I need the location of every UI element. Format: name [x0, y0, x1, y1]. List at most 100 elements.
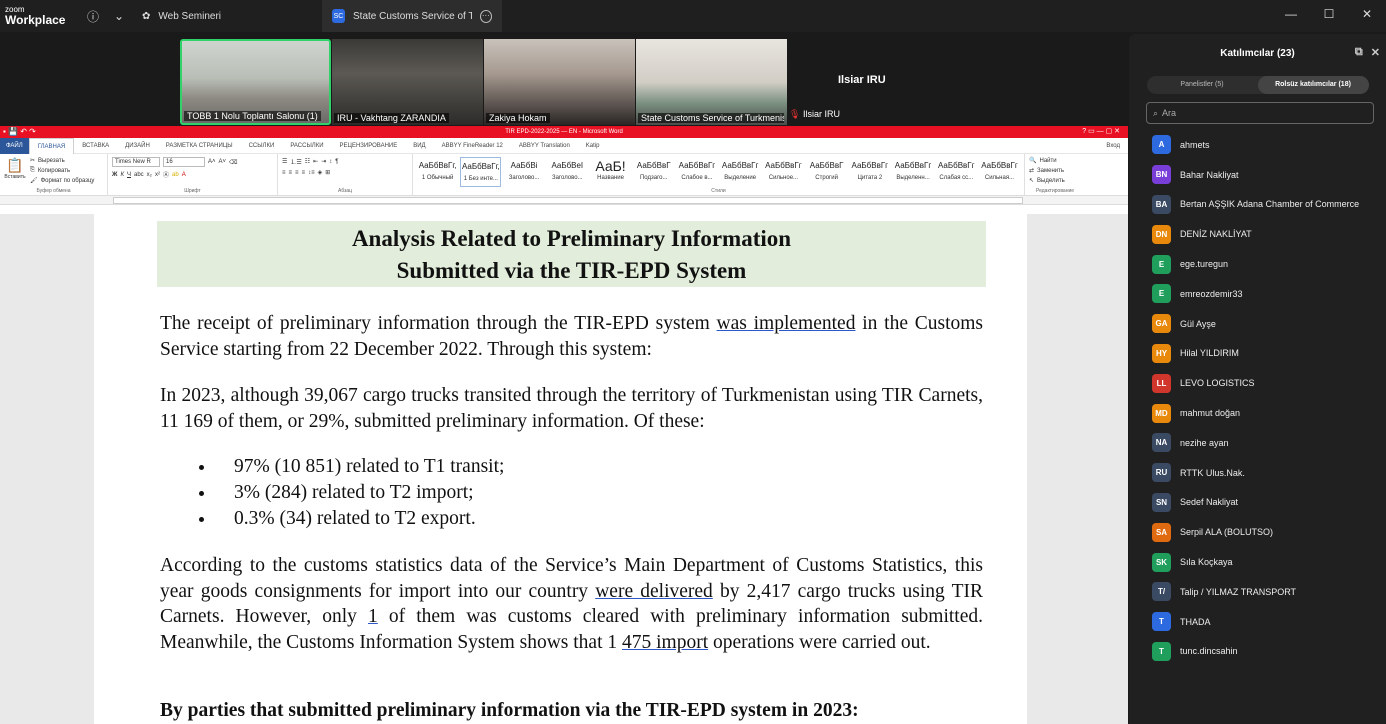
participant-row[interactable]: NA nezihe ayan	[1129, 428, 1386, 458]
participant-row[interactable]: Eege.turegun	[1129, 249, 1386, 279]
font-name-select[interactable]: Times New R	[112, 157, 160, 167]
text-effects-icon[interactable]: Ⓐ	[163, 170, 169, 179]
tab-attendees[interactable]: Rolsüz katılımcılar (18)	[1257, 76, 1369, 94]
maximize-button[interactable]: ☐	[1310, 0, 1348, 32]
participant-row[interactable]: SA Serpil ALA (BOLUTSO)	[1129, 517, 1386, 547]
participant-row[interactable]: Ttunc.dincsahin	[1129, 637, 1386, 667]
font-size-select[interactable]: 16	[163, 157, 205, 167]
shading-icon[interactable]: ◈	[318, 169, 323, 176]
participant-row[interactable]: Eemreozdemir33	[1129, 279, 1386, 309]
participant-row[interactable]: RU RTTK Ulus.Nak.	[1129, 458, 1386, 488]
close-panel-icon[interactable]: ✕	[1371, 46, 1380, 59]
menu-view[interactable]: ВИД	[405, 143, 433, 149]
menu-design[interactable]: ДИЗАЙН	[117, 143, 158, 149]
style-item[interactable]: АаБбВвГ Подзаго...	[633, 157, 674, 187]
participant-row[interactable]: T/Talip / YILMAZ TRANSPORT	[1129, 577, 1386, 607]
participant-row[interactable]: Aahmets	[1129, 130, 1386, 160]
replace-button[interactable]: ⇄ Заменить	[1029, 167, 1081, 175]
participant-row[interactable]: BA Bertan AŞŞIK Adana Chamber of Commerce	[1129, 190, 1386, 220]
grow-font-icon[interactable]: A˄	[208, 159, 216, 165]
style-item[interactable]: АаБбВвГг Слабое в...	[676, 157, 717, 187]
participant-row[interactable]: GA Gül Ayşe	[1129, 309, 1386, 339]
video-tile-iru[interactable]: IRU - Vakhtang ZARANDIA	[332, 39, 483, 125]
style-item[interactable]: АаБбВвГг Слабая сс...	[936, 157, 977, 187]
style-item[interactable]: АаБбВвГг Выделение	[720, 157, 761, 187]
increase-indent-icon[interactable]: ⇥	[321, 158, 326, 165]
bullets-icon[interactable]: ☰	[282, 158, 287, 165]
style-item[interactable]: АаБ! Название	[590, 157, 631, 187]
document-page[interactable]: Analysis Related to Preliminary Informat…	[94, 214, 1027, 724]
justify-icon[interactable]: ≡	[302, 170, 306, 176]
participant-row[interactable]: T THADA	[1129, 607, 1386, 637]
style-item[interactable]: АаБбВі Заголово...	[503, 157, 544, 187]
format-painter-button[interactable]: 🖌 Формат по образцу	[30, 177, 94, 185]
style-item[interactable]: АаБбВвГг Выделенн...	[892, 157, 933, 187]
menu-insert[interactable]: ВСТАВКА	[74, 143, 117, 149]
bold-button[interactable]: Ж	[112, 172, 117, 178]
participant-search-input[interactable]: ⌕ Ara	[1146, 102, 1374, 124]
menu-review[interactable]: РЕЦЕНЗИРОВАНИЕ	[332, 143, 406, 149]
menu-home[interactable]: ГЛАВНАЯ	[28, 137, 75, 154]
numbering-icon[interactable]: ⒈☰	[290, 157, 301, 166]
video-tile-tobb[interactable]: TOBB 1 Nolu Toplantı Salonu (1)	[180, 39, 331, 125]
popout-icon[interactable]: ⧉	[1355, 46, 1363, 59]
menu-references[interactable]: ССЫЛКИ	[241, 143, 283, 149]
chevron-down-icon[interactable]: ⌄	[106, 9, 132, 23]
participant-row[interactable]: BN Bahar Nakliyat	[1129, 160, 1386, 190]
italic-button[interactable]: К	[120, 172, 124, 178]
decrease-indent-icon[interactable]: ⇤	[313, 158, 318, 165]
line-spacing-icon[interactable]: ↕≡	[308, 170, 315, 176]
style-item[interactable]: АаБбВвГг Сильное...	[763, 157, 804, 187]
shrink-font-icon[interactable]: A˅	[219, 159, 227, 165]
menu-finereader[interactable]: ABBYY FineReader 12	[434, 143, 511, 149]
style-item[interactable]: АаБбВвГг Цитата 2	[849, 157, 890, 187]
paste-button[interactable]: 📋 Вставить	[4, 157, 26, 192]
align-right-icon[interactable]: ≡	[295, 170, 299, 176]
participant-row[interactable]: SN Sedef Nakliyat	[1129, 488, 1386, 518]
superscript-button[interactable]: x²	[155, 172, 160, 178]
menu-layout[interactable]: РАЗМЕТКА СТРАНИЦЫ	[158, 143, 241, 149]
tab-web-semineri[interactable]: ✿ Web Semineri	[132, 0, 322, 32]
menu-katip[interactable]: Katip	[578, 143, 608, 149]
style-item[interactable]: АаБбВвГг Сильная...	[979, 157, 1020, 187]
info-icon[interactable]: ⓘ	[80, 8, 106, 25]
participant-row[interactable]: MD mahmut doğan	[1129, 398, 1386, 428]
menu-file[interactable]: ФАЙЛ	[0, 137, 29, 154]
style-item[interactable]: АаБбВвГг, 1 Без инте...	[460, 157, 502, 187]
participant-row[interactable]: LL LEVO LOGISTICS	[1129, 368, 1386, 398]
word-login[interactable]: Вход	[1098, 143, 1128, 149]
subscript-button[interactable]: x₂	[147, 172, 152, 178]
clear-format-icon[interactable]: ⌫	[229, 159, 237, 166]
borders-icon[interactable]: ⊞	[325, 169, 330, 176]
pilcrow-icon[interactable]: ¶	[335, 159, 338, 165]
cut-button[interactable]: ✂ Вырезать	[30, 157, 94, 165]
video-tile-zakiya[interactable]: Zakiya Hokam	[484, 39, 635, 125]
font-color-icon[interactable]: A	[182, 172, 186, 178]
align-left-icon[interactable]: ≡	[282, 170, 286, 176]
style-item[interactable]: АаБбВвГг, 1 Обычный	[417, 157, 458, 187]
horizontal-ruler[interactable]	[0, 196, 1128, 205]
multilevel-icon[interactable]: ☷	[305, 158, 310, 165]
more-icon[interactable]: ···	[479, 9, 492, 23]
find-button[interactable]: 🔍 Найти	[1029, 157, 1081, 165]
align-center-icon[interactable]: ≡	[289, 170, 293, 176]
participant-row[interactable]: HY Hilal YILDIRIM	[1129, 339, 1386, 369]
participant-row[interactable]: DN DENİZ NAKLİYAT	[1129, 219, 1386, 249]
participant-row[interactable]: SK Sıla Koçkaya	[1129, 547, 1386, 577]
copy-button[interactable]: ⎘ Копировать	[30, 167, 94, 174]
close-button[interactable]: ✕	[1348, 0, 1386, 32]
video-tile-ilsiar-name[interactable]: Ilsiar IRU	[838, 74, 886, 86]
menu-mailings[interactable]: РАССЫЛКИ	[282, 143, 331, 149]
tab-meeting[interactable]: SC State Customs Service of Turkmenistan…	[322, 0, 502, 32]
style-item[interactable]: АаБбВеІ Заголово...	[547, 157, 588, 187]
highlight-icon[interactable]: ab	[172, 172, 179, 178]
sort-icon[interactable]: ↕	[329, 159, 332, 165]
tab-panelists[interactable]: Panelistler (5)	[1147, 76, 1258, 94]
strike-button[interactable]: abc	[134, 172, 144, 178]
select-button[interactable]: ↖ Выделить	[1029, 177, 1081, 185]
video-tile-customs[interactable]: State Customs Service of Turkmenistan	[636, 39, 787, 125]
underline-button[interactable]: Ч	[127, 172, 131, 178]
minimize-button[interactable]: —	[1272, 0, 1310, 32]
menu-translation[interactable]: ABBYY Translation	[511, 143, 578, 149]
style-item[interactable]: АаБбВвГ Строгий	[806, 157, 847, 187]
